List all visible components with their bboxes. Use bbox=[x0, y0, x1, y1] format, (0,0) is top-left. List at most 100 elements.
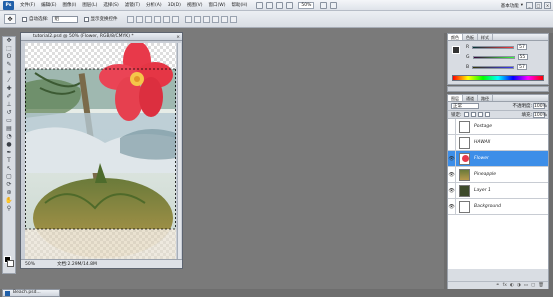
menu-file[interactable]: 文件(F) bbox=[17, 2, 38, 8]
healing-brush-icon[interactable]: ✚ bbox=[3, 85, 15, 93]
layer-row-pineapple[interactable]: 👁 Pineapple bbox=[448, 166, 548, 183]
red-slider[interactable] bbox=[472, 45, 515, 49]
tab-swatches[interactable]: 色板 bbox=[463, 34, 478, 40]
minimized-document[interactable]: Beach.psd... bbox=[2, 289, 60, 297]
menu-help[interactable]: 帮助(H) bbox=[228, 2, 250, 8]
maximize-button[interactable]: □ bbox=[535, 2, 542, 9]
3d-rotate-tool-icon[interactable]: ⟳ bbox=[3, 181, 15, 189]
eye-icon[interactable]: 👁 bbox=[448, 198, 456, 215]
adjust-icon[interactable]: ◑ bbox=[517, 283, 521, 288]
lock-position-icon[interactable] bbox=[477, 112, 483, 117]
auto-select-checkbox[interactable] bbox=[22, 16, 27, 22]
layer-row-postage[interactable]: Postage bbox=[448, 118, 548, 135]
crop-tool-icon[interactable]: ⌗ bbox=[3, 69, 15, 77]
path-select-tool-icon[interactable]: ↖ bbox=[3, 165, 15, 173]
pen-tool-icon[interactable]: ✒ bbox=[3, 149, 15, 157]
history-brush-icon[interactable]: ↺ bbox=[3, 109, 15, 117]
show-transform-checkbox[interactable] bbox=[83, 16, 89, 22]
shape-tool-icon[interactable]: ▢ bbox=[3, 173, 15, 181]
status-zoom[interactable]: 50% bbox=[25, 262, 35, 267]
lock-transparency-icon[interactable] bbox=[463, 112, 469, 117]
eye-icon[interactable]: 👁 bbox=[448, 182, 456, 199]
3d-orbit-tool-icon[interactable]: ⊛ bbox=[3, 189, 15, 197]
red-value-field[interactable]: 57 bbox=[517, 44, 528, 50]
new-layer-icon[interactable]: ▢ bbox=[531, 283, 535, 288]
green-slider[interactable] bbox=[472, 55, 515, 59]
fx-icon[interactable]: fx bbox=[503, 283, 507, 288]
clone-stamp-icon[interactable]: ⊥ bbox=[3, 101, 15, 109]
menu-view[interactable]: 视图(V) bbox=[184, 2, 206, 8]
fill-field[interactable]: 100% bbox=[533, 111, 547, 118]
blue-value-field[interactable]: 57 bbox=[517, 64, 528, 70]
menu-layer[interactable]: 图层(L) bbox=[79, 2, 100, 8]
menu-image[interactable]: 图像(I) bbox=[59, 2, 79, 8]
visibility-toggle[interactable] bbox=[448, 134, 456, 151]
zoom-tool-icon[interactable] bbox=[286, 1, 294, 9]
quick-select-tool-icon[interactable]: ✎ bbox=[3, 61, 15, 69]
zoom-level-select[interactable]: 50% bbox=[298, 1, 315, 9]
hand-icon[interactable] bbox=[276, 1, 284, 9]
close-button[interactable]: × bbox=[544, 2, 551, 9]
color-panel-swatch[interactable] bbox=[452, 46, 460, 54]
distribute-right-icon[interactable] bbox=[229, 15, 237, 23]
trash-icon[interactable]: 🗑 bbox=[538, 283, 544, 288]
eye-icon[interactable]: 👁 bbox=[448, 166, 456, 183]
move-tool-icon[interactable]: ✥ bbox=[3, 37, 15, 45]
menu-filter[interactable]: 滤镜(T) bbox=[122, 2, 143, 8]
dodge-tool-icon[interactable]: ● bbox=[3, 141, 15, 149]
layer-row-background[interactable]: 👁 Background bbox=[448, 198, 548, 215]
blue-slider[interactable] bbox=[472, 65, 515, 69]
menu-3d[interactable]: 3D(D) bbox=[165, 3, 184, 8]
align-hcenter-icon[interactable] bbox=[162, 15, 170, 23]
lock-pixels-icon[interactable] bbox=[470, 112, 476, 117]
eye-icon[interactable]: 👁 bbox=[448, 150, 456, 167]
eyedropper-tool-icon[interactable]: ⁄ bbox=[3, 77, 15, 85]
hand-tool-icon[interactable]: ✋ bbox=[3, 197, 15, 205]
link-icon[interactable]: ⚭ bbox=[496, 283, 500, 288]
align-top-icon[interactable] bbox=[126, 15, 134, 23]
tool-preset-picker[interactable]: ✥ bbox=[4, 14, 16, 24]
tab-paths[interactable]: 路径 bbox=[478, 95, 493, 101]
lasso-tool-icon[interactable]: ʘ bbox=[3, 53, 15, 61]
document-close-button[interactable]: × bbox=[176, 34, 180, 42]
eraser-tool-icon[interactable]: ▭ bbox=[3, 117, 15, 125]
arrange-documents-icon[interactable] bbox=[320, 1, 328, 9]
blend-mode-select[interactable]: 正常 bbox=[451, 103, 479, 109]
document-title-bar[interactable]: tutorial2.psd @ 50% (Flower, RGB/8/CMYK)… bbox=[21, 33, 182, 41]
gradient-tool-icon[interactable]: ▤ bbox=[3, 125, 15, 133]
visibility-toggle[interactable] bbox=[448, 118, 456, 135]
color-spectrum-bar[interactable] bbox=[452, 75, 544, 81]
tab-styles[interactable]: 样式 bbox=[478, 34, 493, 40]
menu-analysis[interactable]: 分析(A) bbox=[143, 2, 165, 8]
layer-row-layer1[interactable]: 👁 Layer 1 bbox=[448, 182, 548, 199]
screen-mode-icon[interactable] bbox=[330, 1, 338, 9]
blur-tool-icon[interactable]: ◔ bbox=[3, 133, 15, 141]
distribute-hcenter-icon[interactable] bbox=[220, 15, 228, 23]
image-canvas[interactable] bbox=[25, 43, 176, 259]
vertical-scrollbar[interactable] bbox=[177, 43, 181, 259]
auto-select-dropdown[interactable]: 组 bbox=[51, 15, 78, 23]
tab-channels[interactable]: 通道 bbox=[463, 95, 478, 101]
layer-row-hawaii[interactable]: HAWAII bbox=[448, 134, 548, 151]
marquee-tool-icon[interactable]: ⬚ bbox=[3, 45, 15, 53]
folder-icon[interactable]: ▭ bbox=[524, 283, 528, 288]
menu-window[interactable]: 窗口(W) bbox=[205, 2, 228, 8]
workspace-switcher[interactable]: 基本功能 ▾ bbox=[501, 1, 523, 10]
minimize-button[interactable]: _ bbox=[526, 2, 533, 9]
mini-bridge-icon[interactable] bbox=[266, 1, 274, 9]
distribute-left-icon[interactable] bbox=[211, 15, 219, 23]
align-right-icon[interactable] bbox=[171, 15, 179, 23]
bridge-icon[interactable] bbox=[256, 1, 264, 9]
distribute-bottom-icon[interactable] bbox=[202, 15, 210, 23]
menu-edit[interactable]: 编辑(E) bbox=[38, 2, 59, 8]
menu-select[interactable]: 选择(S) bbox=[100, 2, 121, 8]
tab-layers[interactable]: 图层 bbox=[448, 95, 463, 101]
distribute-vcenter-icon[interactable] bbox=[193, 15, 201, 23]
brush-tool-icon[interactable]: ✐ bbox=[3, 93, 15, 101]
align-bottom-icon[interactable] bbox=[144, 15, 152, 23]
adjustments-panel-collapsed[interactable] bbox=[447, 86, 549, 92]
lock-all-icon[interactable] bbox=[484, 112, 490, 117]
align-vcenter-icon[interactable] bbox=[135, 15, 143, 23]
type-tool-icon[interactable]: T bbox=[3, 157, 15, 165]
background-color-swatch[interactable] bbox=[7, 260, 14, 267]
